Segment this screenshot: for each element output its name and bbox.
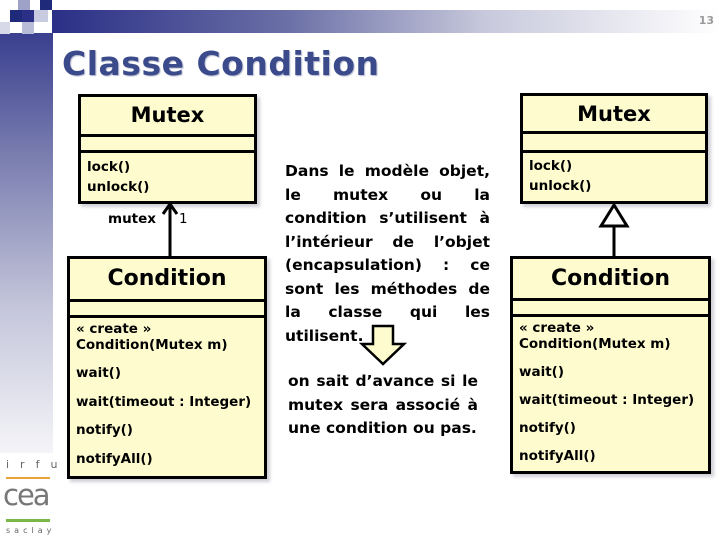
down-arrow-icon [358, 324, 408, 366]
page-number: 13 [698, 14, 714, 27]
sidebar-gradient-bar [0, 33, 53, 453]
attributes-compartment [523, 134, 705, 153]
operation: wait() [76, 365, 122, 381]
right-mutex-class: Mutex lock() unlock() [520, 93, 708, 204]
association-arrow [161, 201, 179, 258]
slide-title: Classe Condition [62, 44, 380, 83]
stereotype: « create » [76, 321, 152, 337]
operation: wait(timeout : Integer) [76, 394, 252, 410]
logo-main-text: cea [3, 478, 51, 512]
attributes-compartment [81, 137, 254, 153]
inheritance-triangle-icon [598, 202, 630, 228]
down-arrow-shape [358, 324, 408, 366]
conclusion-text: on sait d’avance si le mutex sera associ… [288, 372, 478, 437]
logo-bottom-line [6, 519, 50, 522]
class-name: Mutex [523, 96, 705, 134]
attributes-compartment [513, 301, 708, 317]
association-multiplicity: 1 [179, 211, 188, 227]
operations-compartment: « create » Condition(Mutex m) wait() wai… [70, 318, 264, 471]
class-name: Mutex [81, 97, 254, 137]
inheritance-arrow [598, 202, 630, 258]
operation: notify() [519, 420, 576, 436]
logo-top-text: irfu [6, 458, 69, 471]
operation: lock() [87, 159, 131, 175]
attributes-compartment [70, 302, 264, 318]
explanation-text: Dans le modèle objet, le mutex ou la con… [285, 162, 490, 345]
class-name: Condition [70, 259, 264, 302]
operation: wait(timeout : Integer) [519, 392, 695, 408]
right-condition-class: Condition « create » Condition(Mutex m) … [510, 256, 711, 474]
operation: lock() [529, 158, 573, 174]
operation: notify() [76, 422, 133, 438]
operation: Condition(Mutex m) [76, 337, 228, 353]
stereotype: « create » [519, 320, 595, 336]
operation: notifyAll() [76, 451, 153, 467]
left-condition-class: Condition « create » Condition(Mutex m) … [67, 256, 267, 479]
operation: wait() [519, 364, 565, 380]
class-name: Condition [513, 259, 708, 301]
operation: notifyAll() [519, 448, 596, 464]
operation: unlock() [87, 179, 150, 195]
operation: Condition(Mutex m) [519, 336, 671, 352]
logo-bottom-text: saclay [6, 526, 56, 535]
operations-compartment: « create » Condition(Mutex m) wait() wai… [513, 317, 708, 468]
association-role: mutex [108, 211, 156, 227]
header-gradient-bar [52, 10, 720, 33]
operations-compartment: lock() unlock() [523, 153, 705, 200]
left-mutex-class: Mutex lock() unlock() [78, 94, 257, 204]
operation: unlock() [529, 178, 592, 194]
operations-compartment: lock() unlock() [81, 153, 254, 201]
